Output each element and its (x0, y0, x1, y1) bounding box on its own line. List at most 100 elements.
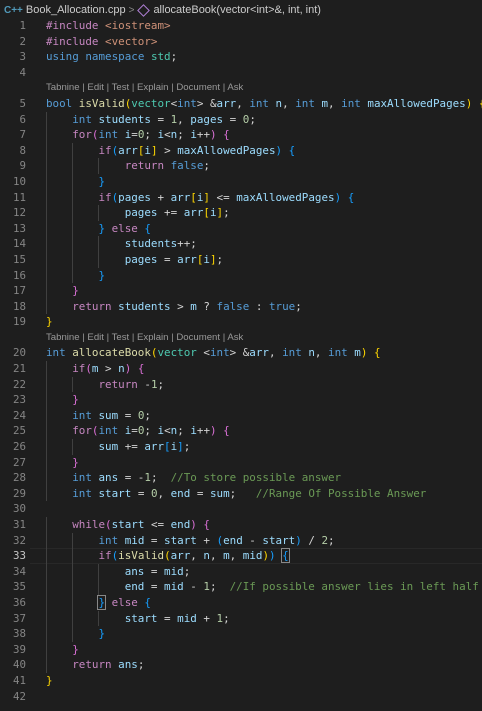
code-line[interactable]: 5 bool isValid(vector<int> &arr, int n, i… (0, 96, 482, 112)
code-line[interactable]: 15 pages = arr[i]; (0, 251, 482, 268)
code-text[interactable]: students++; (46, 236, 197, 252)
line-number: 22 (12, 377, 26, 391)
line-number: 21 (12, 362, 26, 376)
code-line[interactable]: 11 if(pages + arr[i] <= maxAllowedPages)… (0, 189, 482, 206)
code-lens-actions[interactable]: Tabnine | Edit | Test | Explain | Docume… (46, 80, 243, 96)
code-text[interactable]: if(arr[i] > maxAllowedPages) { (46, 143, 295, 159)
code-text[interactable]: bool isValid(vector<int> &arr, int n, in… (46, 96, 482, 112)
code-text[interactable]: if(m > n) { (46, 361, 144, 377)
code-line[interactable]: 16 } (0, 267, 482, 284)
code-text[interactable]: pages = arr[i]; (46, 252, 223, 268)
line-number: 30 (12, 502, 26, 516)
code-text[interactable]: int mid = start + (end - start) / 2; (46, 533, 334, 549)
code-text[interactable]: } (46, 455, 79, 471)
code-line[interactable]: 40 return ans; (0, 657, 482, 673)
code-text[interactable]: int sum = 0; (46, 408, 151, 424)
code-text[interactable]: int students = 1, pages = 0; (46, 112, 256, 128)
code-text[interactable]: if(isValid(arr, n, m, mid)) { (46, 548, 290, 564)
code-line[interactable]: 42 (0, 689, 482, 705)
code-line[interactable]: 8 if(arr[i] > maxAllowedPages) { (0, 142, 482, 159)
code-text[interactable]: #include <vector> (46, 34, 157, 50)
code-lens-actions[interactable]: Tabnine | Edit | Test | Explain | Docume… (46, 330, 243, 346)
code-lens[interactable]: Tabnine | Edit | Test | Explain | Docume… (0, 330, 482, 346)
code-line[interactable]: 3 using namespace std; (0, 49, 482, 65)
code-line[interactable]: 7 for(int i=0; i<n; i++) { (0, 127, 482, 143)
code-text[interactable]: for(int i=0; i<n; i++) { (46, 127, 229, 143)
code-line[interactable]: 23 } (0, 392, 482, 408)
code-line[interactable]: 20 int allocateBook(vector <int> &arr, in… (0, 345, 482, 361)
code-line[interactable]: 1 #include <iostream> (0, 18, 482, 34)
code-line[interactable]: 9 return false; (0, 158, 482, 174)
code-line[interactable]: 30 (0, 501, 482, 517)
line-number: 6 (19, 112, 26, 126)
code-text[interactable]: return -1; (46, 377, 164, 393)
code-text[interactable]: } else { (46, 594, 151, 611)
code-line[interactable]: 36 } else { (0, 594, 482, 611)
code-line[interactable]: 31 while(start <= end) { (0, 517, 482, 533)
code-text[interactable]: start = mid + 1; (46, 611, 230, 627)
code-line[interactable]: 14 students++; (0, 236, 482, 252)
code-text[interactable]: } (46, 392, 79, 408)
code-line[interactable]: 38 } (0, 626, 482, 642)
code-line[interactable]: 6 int students = 1, pages = 0; (0, 111, 482, 128)
code-text[interactable]: return ans; (46, 657, 144, 673)
line-number: 14 (12, 237, 26, 251)
code-line[interactable]: 22 return -1; (0, 376, 482, 393)
breadcrumb-symbol[interactable]: allocateBook(vector<int>&, int, int) (153, 4, 321, 16)
line-number: 9 (19, 159, 26, 173)
code-line[interactable]: 32 int mid = start + (end - start) / 2; (0, 532, 482, 549)
code-text[interactable]: } else { (46, 221, 150, 237)
line-number: 19 (12, 315, 26, 329)
code-line[interactable]: 21 if(m > n) { (0, 361, 482, 377)
code-text[interactable]: pages += arr[i]; (46, 205, 230, 221)
code-text[interactable]: while(start <= end) { (46, 517, 210, 533)
code-text[interactable]: sum += arr[i]; (46, 439, 190, 455)
code-line[interactable]: 17 } (0, 283, 482, 299)
line-number: 2 (19, 34, 26, 48)
code-line[interactable]: 29 int start = 0, end = sum; //Range Of … (0, 485, 482, 502)
code-text[interactable]: } (46, 673, 53, 689)
code-line[interactable]: 18 return students > m ? false : true; (0, 298, 482, 315)
code-line[interactable]: 26 sum += arr[i]; (0, 439, 482, 455)
code-line[interactable]: 37 start = mid + 1; (0, 610, 482, 627)
code-text[interactable]: } (46, 174, 105, 190)
code-text[interactable]: if(pages + arr[i] <= maxAllowedPages) { (46, 190, 354, 206)
code-lens[interactable]: Tabnine | Edit | Test | Explain | Docume… (0, 80, 482, 96)
code-line[interactable]: 10 } (0, 173, 482, 190)
code-text[interactable]: ans = mid; (46, 564, 191, 580)
code-text[interactable]: int ans = -1; //To store possible answer (46, 470, 341, 486)
code-line[interactable]: 41} (0, 673, 482, 689)
code-text[interactable]: } (46, 268, 105, 284)
code-line[interactable]: 39 } (0, 641, 482, 658)
code-text[interactable]: } (46, 283, 79, 299)
code-line[interactable]: 13 } else { (0, 220, 482, 237)
line-number: 35 (12, 580, 26, 594)
code-text[interactable]: return students > m ? false : true; (46, 299, 302, 315)
code-text[interactable]: } (46, 642, 79, 658)
line-number: 17 (12, 284, 26, 298)
code-text[interactable]: } (46, 626, 105, 642)
code-editor[interactable]: 1 #include <iostream> 2 #include <vector> 3 u… (0, 18, 482, 704)
code-text[interactable]: end = mid - 1; //If possible answer lies… (46, 579, 479, 595)
code-line[interactable]: 19} (0, 314, 482, 330)
code-text[interactable]: for(int i=0; i<n; i++) { (46, 423, 229, 439)
code-line[interactable]: 35 end = mid - 1; //If possible answer l… (0, 579, 482, 595)
code-line[interactable]: 28 int ans = -1; //To store possible ans… (0, 470, 482, 486)
code-text[interactable]: int allocateBook(vector <int> &arr, int … (46, 345, 381, 361)
code-line[interactable]: 33 if(isValid(arr, n, m, mid)) { (0, 548, 482, 564)
code-line[interactable]: 24 int sum = 0; (0, 407, 482, 424)
code-text[interactable]: #include <iostream> (46, 18, 171, 34)
code-line[interactable]: 12 pages += arr[i]; (0, 205, 482, 221)
line-number: 29 (12, 486, 26, 500)
code-text[interactable]: int start = 0, end = sum; //Range Of Pos… (46, 486, 426, 502)
code-text[interactable]: using namespace std; (46, 49, 177, 65)
code-line[interactable]: 4 (0, 65, 482, 81)
code-line[interactable]: 27 } (0, 454, 482, 471)
code-text[interactable]: } (46, 314, 53, 330)
code-text[interactable]: return false; (46, 158, 210, 174)
breadcrumb-file[interactable]: Book_Allocation.cpp (26, 4, 126, 16)
code-line[interactable]: 25 for(int i=0; i<n; i++) { (0, 423, 482, 440)
code-line[interactable]: 34 ans = mid; (0, 563, 482, 580)
line-number: 8 (19, 143, 26, 157)
code-line[interactable]: 2 #include <vector> (0, 34, 482, 50)
